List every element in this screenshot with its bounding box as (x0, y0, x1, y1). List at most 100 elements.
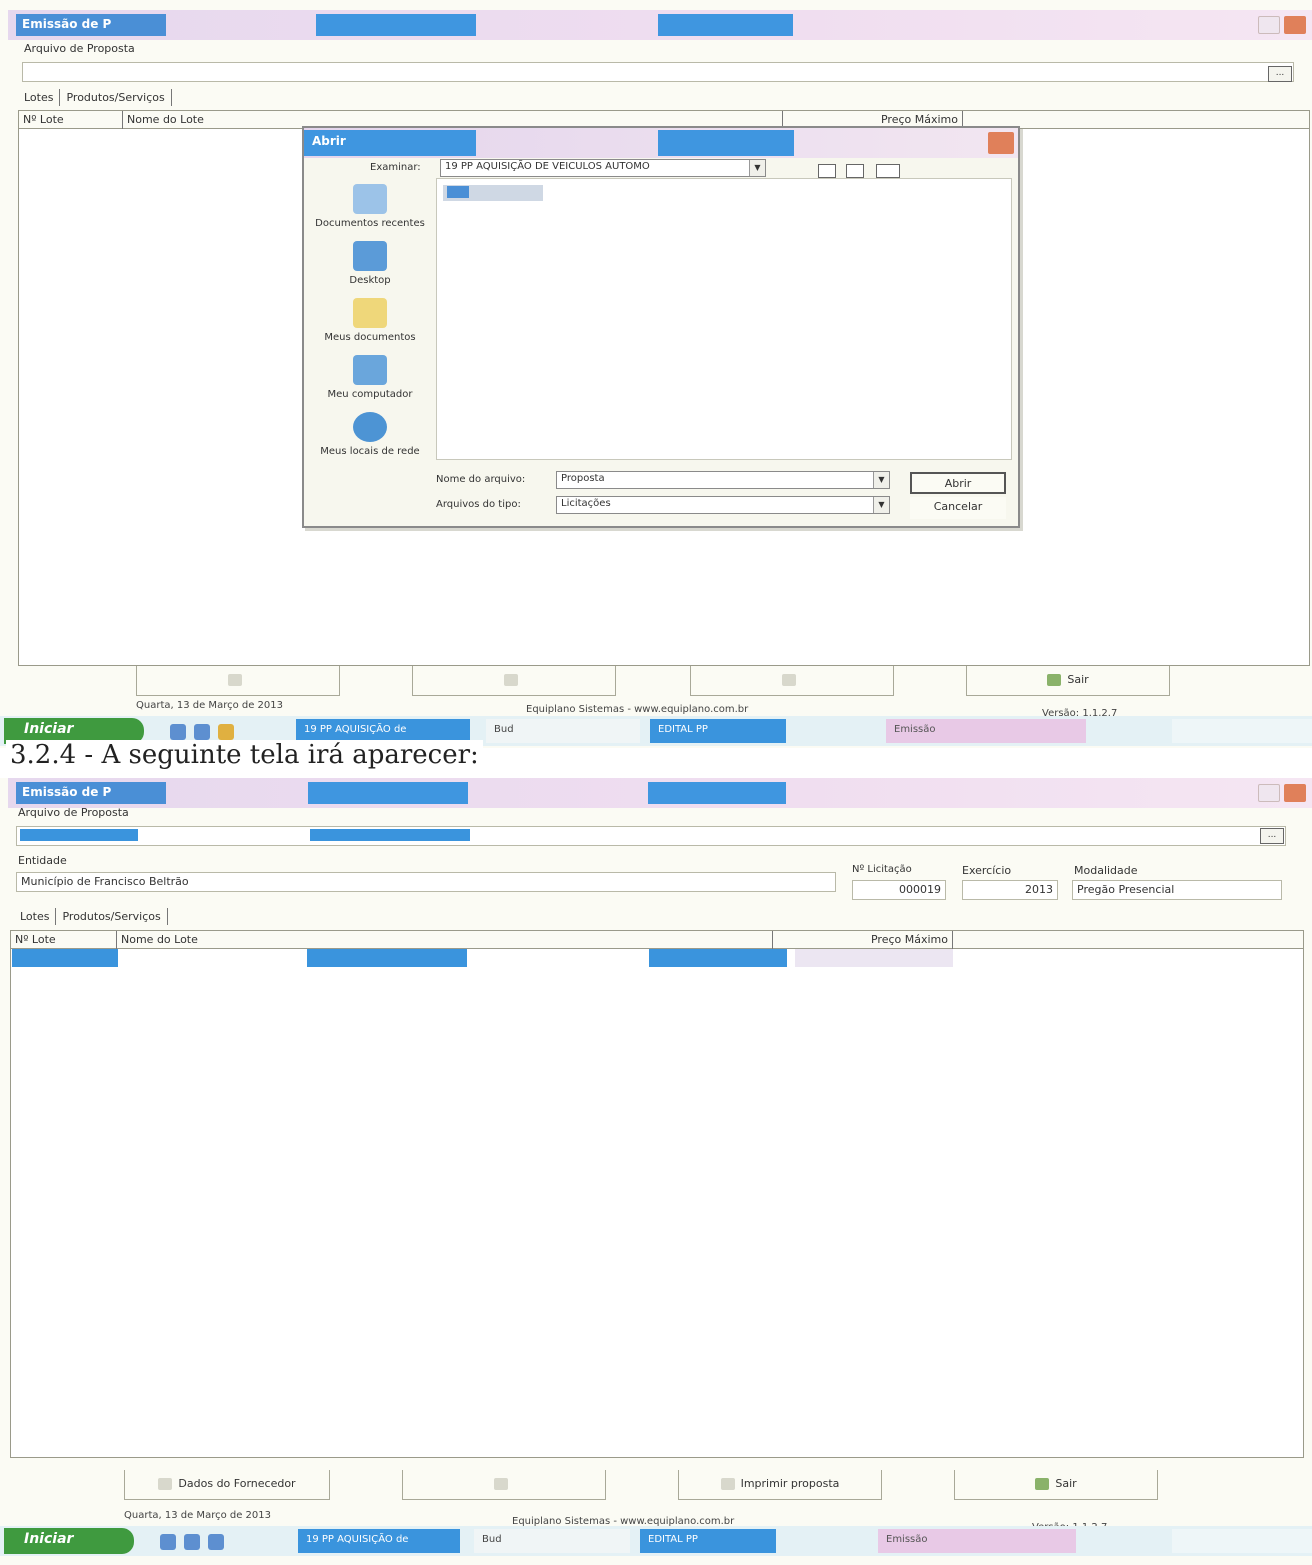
recent-documents-icon (353, 184, 387, 214)
place-my-computer[interactable]: Meu computador (314, 355, 426, 400)
place-recent-documents[interactable]: Documentos recentes (314, 184, 426, 229)
file-type-label: Arquivos do tipo: (436, 499, 521, 510)
browse-button[interactable]: ... (1268, 66, 1292, 82)
print-proposal-button[interactable] (690, 666, 894, 696)
view-menu-icon[interactable] (876, 164, 900, 178)
place-my-documents[interactable]: Meus documentos (314, 298, 426, 343)
start-button[interactable]: Iniciar (4, 1528, 134, 1554)
minimize-button[interactable] (1258, 16, 1280, 34)
tab-strip: Lotes Produtos/Serviços (14, 908, 168, 925)
tab-lotes[interactable]: Lotes (18, 89, 61, 106)
exercicio-label: Exercício (962, 864, 1012, 877)
desktop-icon (353, 241, 387, 271)
system-tray (1172, 719, 1312, 743)
task-bud[interactable]: Bud (486, 719, 640, 743)
file-name-combo[interactable]: Proposta ▼ (556, 471, 890, 489)
exit-button[interactable]: Sair (954, 1470, 1158, 1500)
grid-header: Nº Lote Nome do Lote Preço Máximo (11, 931, 1303, 949)
file-name-label: Nome do arquivo: (436, 474, 526, 485)
column-lot-name[interactable]: Nome do Lote (117, 931, 773, 949)
exercicio-field[interactable]: 2013 (962, 880, 1058, 900)
dialog-close-button[interactable] (988, 132, 1014, 154)
exit-button[interactable]: Sair (966, 666, 1170, 696)
quicklaunch-icon[interactable] (184, 1534, 200, 1550)
quicklaunch-icon[interactable] (160, 1534, 176, 1550)
tab-produtos-servicos[interactable]: Produtos/Serviços (60, 89, 172, 106)
browse-button[interactable]: ... (1260, 828, 1284, 844)
print-proposal-button[interactable]: Imprimir proposta (678, 1470, 882, 1500)
file-name-value: Proposta (561, 473, 605, 484)
close-button[interactable] (1284, 784, 1306, 802)
task-bud[interactable]: Bud (474, 1529, 630, 1553)
chevron-down-icon[interactable]: ▼ (873, 497, 889, 513)
screenshot-proposal-screen: Emissão de P Arquivo de Proposta ... Ent… (0, 778, 1312, 1565)
licitacao-label: Nº Licitação (852, 864, 912, 875)
task-emissao[interactable]: Emissão (886, 719, 1086, 743)
selected-lot-highlight[interactable] (649, 949, 787, 967)
new-folder-icon[interactable] (846, 164, 864, 178)
blank-button[interactable] (402, 1470, 606, 1500)
chevron-down-icon[interactable]: ▼ (873, 472, 889, 488)
proposal-file-field[interactable] (16, 826, 1286, 846)
supplier-data-button[interactable] (136, 666, 340, 696)
task-edital[interactable]: EDITAL PP (640, 1529, 776, 1553)
proposal-file-label: Arquivo de Proposta (18, 806, 129, 819)
blank-button[interactable] (412, 666, 616, 696)
place-desktop[interactable]: Desktop (314, 241, 426, 286)
my-computer-icon (353, 355, 387, 385)
proposal-file-label: Arquivo de Proposta (24, 42, 135, 55)
entity-field[interactable]: Município de Francisco Beltrão (16, 872, 836, 892)
file-type-combo[interactable]: Licitações ▼ (556, 496, 890, 514)
window-title: Emissão de P (16, 14, 166, 36)
column-lot-number[interactable]: Nº Lote (19, 111, 123, 129)
open-button[interactable]: Abrir (910, 472, 1006, 494)
minimize-button[interactable] (1258, 784, 1280, 802)
cancel-button[interactable]: Cancelar (910, 497, 1006, 519)
quicklaunch-icon[interactable] (170, 724, 186, 740)
column-max-price[interactable]: Preço Máximo (773, 931, 953, 949)
quicklaunch-icon[interactable] (194, 724, 210, 740)
my-documents-icon (353, 298, 387, 328)
file-type-value: Licitações (561, 498, 611, 509)
modalidade-field[interactable]: Pregão Presencial (1072, 880, 1282, 900)
supplier-data-button[interactable]: Dados do Fornecedor (124, 1470, 330, 1500)
system-tray (1172, 1529, 1312, 1553)
chevron-down-icon[interactable]: ▼ (749, 160, 765, 176)
licitacao-field[interactable]: 000019 (852, 880, 946, 900)
column-lot-number[interactable]: Nº Lote (11, 931, 117, 949)
look-in-combo[interactable]: 19 PP AQUISIÇÃO DE VEICULOS AUTOMO ▼ (440, 159, 766, 177)
status-company: Equiplano Sistemas - www.equiplano.com.b… (526, 704, 749, 715)
entity-label: Entidade (18, 854, 67, 867)
task-edital[interactable]: EDITAL PP (650, 719, 786, 743)
selected-lot-number[interactable] (12, 949, 118, 967)
document-icon (494, 1478, 508, 1490)
document-icon (504, 674, 518, 686)
close-button[interactable] (1284, 16, 1306, 34)
tab-lotes[interactable]: Lotes (14, 908, 57, 925)
quicklaunch-icon[interactable] (208, 1534, 224, 1550)
file-list[interactable] (436, 178, 1012, 460)
proposal-file-selection (20, 829, 138, 841)
up-folder-icon[interactable] (818, 164, 836, 178)
status-date: Quarta, 13 de Março de 2013 (124, 1510, 272, 1521)
tab-produtos-servicos[interactable]: Produtos/Serviços (56, 908, 168, 925)
taskbar: Iniciar 19 PP AQUISIÇÃO de Bud EDITAL PP… (0, 1526, 1312, 1556)
look-in-value: 19 PP AQUISIÇÃO DE VEICULOS AUTOMO (445, 161, 650, 172)
selected-lot-price[interactable] (795, 949, 953, 967)
status-date: Quarta, 13 de Março de 2013 (136, 700, 284, 711)
file-item[interactable] (443, 185, 543, 201)
section-heading: 3.2.4 - A seguinte tela irá aparecer: (6, 740, 483, 770)
modalidade-label: Modalidade (1074, 864, 1138, 877)
proposal-file-selection (310, 829, 470, 841)
place-network[interactable]: Meus locais de rede (314, 412, 426, 457)
quicklaunch-icon[interactable] (218, 724, 234, 740)
dialog-titlebar: Abrir (304, 128, 1018, 158)
task-emissao[interactable]: Emissão (878, 1529, 1076, 1553)
window-titlebar: Emissão de P (8, 10, 1312, 40)
lots-grid: Nº Lote Nome do Lote Preço Máximo (10, 930, 1304, 1458)
selected-lot-name[interactable] (307, 949, 467, 967)
task-folder[interactable]: 19 PP AQUISIÇÃO de (298, 1529, 460, 1553)
user-icon (158, 1478, 173, 1490)
exit-icon (1047, 674, 1062, 686)
proposal-file-field[interactable] (22, 62, 1294, 82)
